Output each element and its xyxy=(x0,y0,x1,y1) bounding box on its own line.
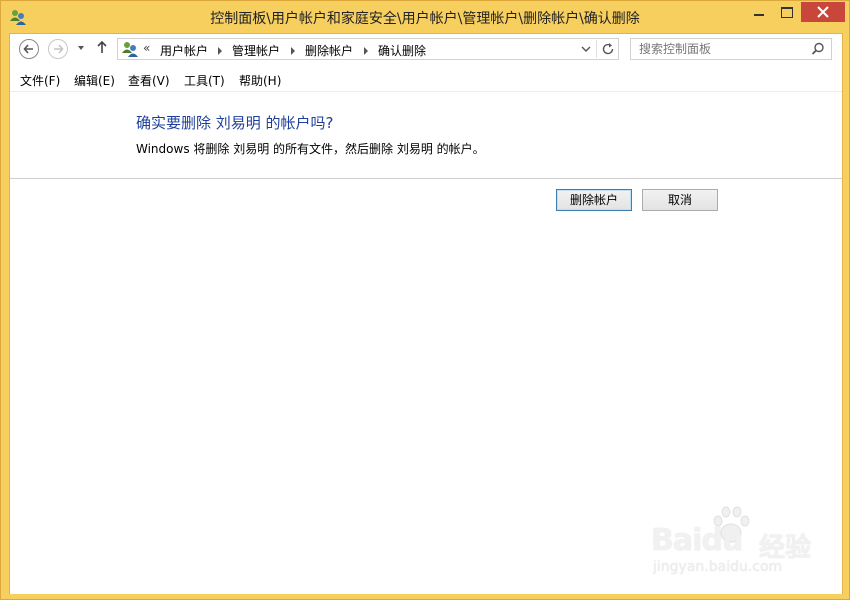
address-dropdown-button[interactable] xyxy=(579,42,593,56)
menu-tools[interactable]: 工具(T) xyxy=(184,72,225,89)
watermark-logo: Baidu xyxy=(651,523,743,558)
menu-bar: 文件(F) 编辑(E) 查看(V) 工具(T) 帮助(H) xyxy=(10,69,842,91)
content-divider xyxy=(10,178,842,179)
close-button[interactable] xyxy=(801,2,845,22)
up-button[interactable] xyxy=(96,40,108,57)
breadcrumb-separator[interactable] xyxy=(218,47,222,55)
arrow-right-icon xyxy=(54,44,64,54)
address-bar[interactable]: « 用户帐户 管理帐户 删除帐户 确认删除 xyxy=(117,38,619,60)
baidu-jingyan-watermark: Baidu 经验 jingyan.baidu.com xyxy=(641,501,811,581)
search-box[interactable] xyxy=(630,38,832,60)
delete-account-button[interactable]: 删除帐户 xyxy=(556,189,632,211)
breadcrumb-manage-accounts[interactable]: 管理帐户 xyxy=(232,42,280,59)
breadcrumb-confirm-delete[interactable]: 确认删除 xyxy=(378,42,426,59)
window: 控制面板\用户帐户和家庭安全\用户帐户\管理帐户\删除帐户\确认删除 « 用户帐… xyxy=(0,0,850,600)
address-divider xyxy=(596,40,597,58)
breadcrumb-overflow[interactable]: « xyxy=(143,41,150,55)
close-icon xyxy=(817,6,829,18)
refresh-icon xyxy=(602,43,614,55)
breadcrumb-separator[interactable] xyxy=(291,47,295,55)
chevron-down-icon xyxy=(581,46,591,52)
menu-edit[interactable]: 编辑(E) xyxy=(74,72,115,89)
breadcrumb-delete-account[interactable]: 删除帐户 xyxy=(305,42,353,59)
breadcrumb-user-accounts[interactable]: 用户帐户 xyxy=(160,42,208,59)
breadcrumb-separator[interactable] xyxy=(364,47,368,55)
back-button[interactable] xyxy=(19,39,39,59)
chevron-down-icon xyxy=(78,46,84,50)
search-icon[interactable] xyxy=(811,42,825,59)
search-input[interactable] xyxy=(639,41,799,57)
confirmation-message: Windows 将删除 刘易明 的所有文件，然后删除 刘易明 的帐户。 xyxy=(136,142,485,156)
cancel-button[interactable]: 取消 xyxy=(642,189,718,211)
refresh-button[interactable] xyxy=(601,42,615,59)
minimize-button[interactable] xyxy=(745,2,773,22)
users-icon xyxy=(121,41,139,60)
page-title: 确实要删除 刘易明 的帐户吗? xyxy=(136,114,334,132)
arrow-up-icon xyxy=(97,40,107,53)
maximize-button[interactable] xyxy=(773,2,801,22)
title-bar[interactable]: 控制面板\用户帐户和家庭安全\用户帐户\管理帐户\删除帐户\确认删除 xyxy=(1,1,849,33)
menu-view[interactable]: 查看(V) xyxy=(128,72,170,89)
menu-help[interactable]: 帮助(H) xyxy=(239,72,281,89)
watermark-url: jingyan.baidu.com xyxy=(653,559,783,575)
recent-locations-button[interactable] xyxy=(76,42,86,56)
arrow-left-icon xyxy=(23,44,33,54)
menu-file[interactable]: 文件(F) xyxy=(20,72,60,89)
navigation-bar: « 用户帐户 管理帐户 删除帐户 确认删除 xyxy=(10,34,842,67)
forward-button[interactable] xyxy=(48,39,68,59)
window-title: 控制面板\用户帐户和家庭安全\用户帐户\管理帐户\删除帐户\确认删除 xyxy=(210,11,640,27)
